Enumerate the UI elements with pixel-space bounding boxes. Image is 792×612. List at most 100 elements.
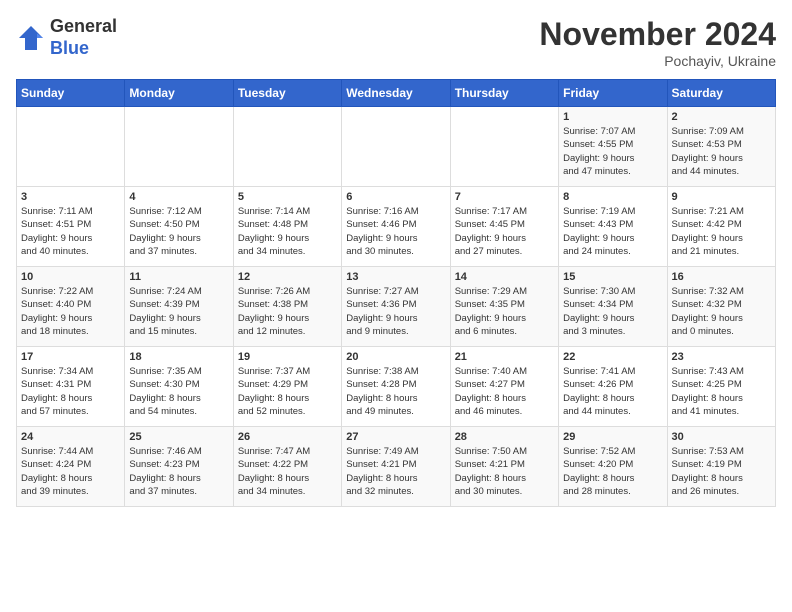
day-info: Sunrise: 7:24 AM Sunset: 4:39 PM Dayligh…: [129, 285, 228, 338]
day-info: Sunrise: 7:21 AM Sunset: 4:42 PM Dayligh…: [672, 205, 771, 258]
day-number: 7: [455, 191, 554, 203]
day-info: Sunrise: 7:11 AM Sunset: 4:51 PM Dayligh…: [21, 205, 120, 258]
day-info: Sunrise: 7:29 AM Sunset: 4:35 PM Dayligh…: [455, 285, 554, 338]
day-info: Sunrise: 7:38 AM Sunset: 4:28 PM Dayligh…: [346, 365, 445, 418]
day-number: 9: [672, 191, 771, 203]
day-cell: [17, 107, 125, 187]
day-number: 30: [672, 431, 771, 443]
day-number: 22: [563, 351, 662, 363]
day-cell: 21Sunrise: 7:40 AM Sunset: 4:27 PM Dayli…: [450, 347, 558, 427]
day-cell: 27 Sunrise: 7:49 AM Sunset: 4:21 PM Dayli…: [342, 427, 450, 507]
day-number: 15: [563, 271, 662, 283]
day-cell: 8 Sunrise: 7:19 AM Sunset: 4:43 PM Daylig…: [559, 187, 667, 267]
day-cell: 16Sunrise: 7:32 AM Sunset: 4:32 PM Dayli…: [667, 267, 775, 347]
month-title: November 2024: [539, 16, 776, 53]
weekday-header-sunday: Sunday: [17, 80, 125, 107]
page-header: General Blue November 2024 Pochayiv, Ukr…: [16, 16, 776, 69]
day-cell: 18 Sunrise: 7:35 AM Sunset: 4:30 PM Dayli…: [125, 347, 233, 427]
day-cell: 30 Sunrise: 7:53 AM Sunset: 4:19 PM Dayli…: [667, 427, 775, 507]
day-info: Sunrise: 7:14 AM Sunset: 4:48 PM Dayligh…: [238, 205, 337, 258]
day-cell: 28 Sunrise: 7:50 AM Sunset: 4:21 PM Dayli…: [450, 427, 558, 507]
day-number: 2: [672, 111, 771, 123]
weekday-header-monday: Monday: [125, 80, 233, 107]
day-number: 27: [346, 431, 445, 443]
day-cell: 22 Sunrise: 7:41 AM Sunset: 4:26 PM Dayli…: [559, 347, 667, 427]
day-number: 25: [129, 431, 228, 443]
day-cell: 19 Sunrise: 7:37 AM Sunset: 4:29 PM Dayli…: [233, 347, 341, 427]
day-cell: [125, 107, 233, 187]
day-cell: 9 Sunrise: 7:21 AM Sunset: 4:42 PM Daylig…: [667, 187, 775, 267]
weekday-header-tuesday: Tuesday: [233, 80, 341, 107]
day-number: 5: [238, 191, 337, 203]
calendar-header: SundayMondayTuesdayWednesdayThursdayFrid…: [17, 80, 776, 107]
day-info: Sunrise: 7:12 AM Sunset: 4:50 PM Dayligh…: [129, 205, 228, 258]
day-info: Sunrise: 7:35 AM Sunset: 4:30 PM Dayligh…: [129, 365, 228, 418]
day-info: Sunrise: 7:27 AM Sunset: 4:36 PM Dayligh…: [346, 285, 445, 338]
week-row-5: 24 Sunrise: 7:44 AM Sunset: 4:24 PM Dayli…: [17, 427, 776, 507]
day-info: Sunrise: 7:46 AM Sunset: 4:23 PM Dayligh…: [129, 445, 228, 498]
day-number: 28: [455, 431, 554, 443]
day-cell: 17Sunrise: 7:34 AM Sunset: 4:31 PM Dayli…: [17, 347, 125, 427]
day-info: Sunrise: 7:30 AM Sunset: 4:34 PM Dayligh…: [563, 285, 662, 338]
day-info: Sunrise: 7:49 AM Sunset: 4:21 PM Dayligh…: [346, 445, 445, 498]
day-info: Sunrise: 7:37 AM Sunset: 4:29 PM Dayligh…: [238, 365, 337, 418]
week-row-1: 1 Sunrise: 7:07 AM Sunset: 4:55 PM Daylig…: [17, 107, 776, 187]
day-cell: 12 Sunrise: 7:26 AM Sunset: 4:38 PM Dayli…: [233, 267, 341, 347]
day-cell: 25 Sunrise: 7:46 AM Sunset: 4:23 PM Dayli…: [125, 427, 233, 507]
weekday-row: SundayMondayTuesdayWednesdayThursdayFrid…: [17, 80, 776, 107]
day-number: 18: [129, 351, 228, 363]
day-cell: 1 Sunrise: 7:07 AM Sunset: 4:55 PM Daylig…: [559, 107, 667, 187]
day-info: Sunrise: 7:17 AM Sunset: 4:45 PM Dayligh…: [455, 205, 554, 258]
day-info: Sunrise: 7:34 AM Sunset: 4:31 PM Dayligh…: [21, 365, 120, 418]
weekday-header-thursday: Thursday: [450, 80, 558, 107]
day-info: Sunrise: 7:43 AM Sunset: 4:25 PM Dayligh…: [672, 365, 771, 418]
week-row-3: 10Sunrise: 7:22 AM Sunset: 4:40 PM Dayli…: [17, 267, 776, 347]
day-info: Sunrise: 7:44 AM Sunset: 4:24 PM Dayligh…: [21, 445, 120, 498]
day-number: 4: [129, 191, 228, 203]
day-number: 8: [563, 191, 662, 203]
day-info: Sunrise: 7:41 AM Sunset: 4:26 PM Dayligh…: [563, 365, 662, 418]
day-number: 14: [455, 271, 554, 283]
day-cell: 14 Sunrise: 7:29 AM Sunset: 4:35 PM Dayli…: [450, 267, 558, 347]
day-cell: [342, 107, 450, 187]
weekday-header-saturday: Saturday: [667, 80, 775, 107]
day-info: Sunrise: 7:26 AM Sunset: 4:38 PM Dayligh…: [238, 285, 337, 338]
day-cell: 20Sunrise: 7:38 AM Sunset: 4:28 PM Dayli…: [342, 347, 450, 427]
day-cell: 24 Sunrise: 7:44 AM Sunset: 4:24 PM Dayli…: [17, 427, 125, 507]
day-cell: 6Sunrise: 7:16 AM Sunset: 4:46 PM Daylig…: [342, 187, 450, 267]
logo: General Blue: [16, 16, 117, 59]
logo-icon: [16, 23, 46, 53]
day-cell: 29Sunrise: 7:52 AM Sunset: 4:20 PM Dayli…: [559, 427, 667, 507]
week-row-4: 17Sunrise: 7:34 AM Sunset: 4:31 PM Dayli…: [17, 347, 776, 427]
day-info: Sunrise: 7:53 AM Sunset: 4:19 PM Dayligh…: [672, 445, 771, 498]
day-number: 1: [563, 111, 662, 123]
day-cell: 2 Sunrise: 7:09 AM Sunset: 4:53 PM Daylig…: [667, 107, 775, 187]
day-info: Sunrise: 7:32 AM Sunset: 4:32 PM Dayligh…: [672, 285, 771, 338]
day-info: Sunrise: 7:07 AM Sunset: 4:55 PM Dayligh…: [563, 125, 662, 178]
day-number: 11: [129, 271, 228, 283]
day-number: 12: [238, 271, 337, 283]
day-number: 19: [238, 351, 337, 363]
day-cell: 4 Sunrise: 7:12 AM Sunset: 4:50 PM Daylig…: [125, 187, 233, 267]
logo-text: General Blue: [50, 16, 117, 59]
day-number: 13: [346, 271, 445, 283]
day-number: 6: [346, 191, 445, 203]
day-cell: 23Sunrise: 7:43 AM Sunset: 4:25 PM Dayli…: [667, 347, 775, 427]
day-number: 24: [21, 431, 120, 443]
day-info: Sunrise: 7:09 AM Sunset: 4:53 PM Dayligh…: [672, 125, 771, 178]
day-number: 10: [21, 271, 120, 283]
day-info: Sunrise: 7:47 AM Sunset: 4:22 PM Dayligh…: [238, 445, 337, 498]
calendar-body: 1 Sunrise: 7:07 AM Sunset: 4:55 PM Daylig…: [17, 107, 776, 507]
day-info: Sunrise: 7:40 AM Sunset: 4:27 PM Dayligh…: [455, 365, 554, 418]
day-number: 3: [21, 191, 120, 203]
weekday-header-friday: Friday: [559, 80, 667, 107]
day-info: Sunrise: 7:50 AM Sunset: 4:21 PM Dayligh…: [455, 445, 554, 498]
location: Pochayiv, Ukraine: [539, 53, 776, 69]
day-cell: 10Sunrise: 7:22 AM Sunset: 4:40 PM Dayli…: [17, 267, 125, 347]
day-info: Sunrise: 7:19 AM Sunset: 4:43 PM Dayligh…: [563, 205, 662, 258]
day-cell: 11 Sunrise: 7:24 AM Sunset: 4:39 PM Dayli…: [125, 267, 233, 347]
day-cell: 15 Sunrise: 7:30 AM Sunset: 4:34 PM Dayli…: [559, 267, 667, 347]
day-cell: [233, 107, 341, 187]
day-cell: 7 Sunrise: 7:17 AM Sunset: 4:45 PM Daylig…: [450, 187, 558, 267]
weekday-header-wednesday: Wednesday: [342, 80, 450, 107]
